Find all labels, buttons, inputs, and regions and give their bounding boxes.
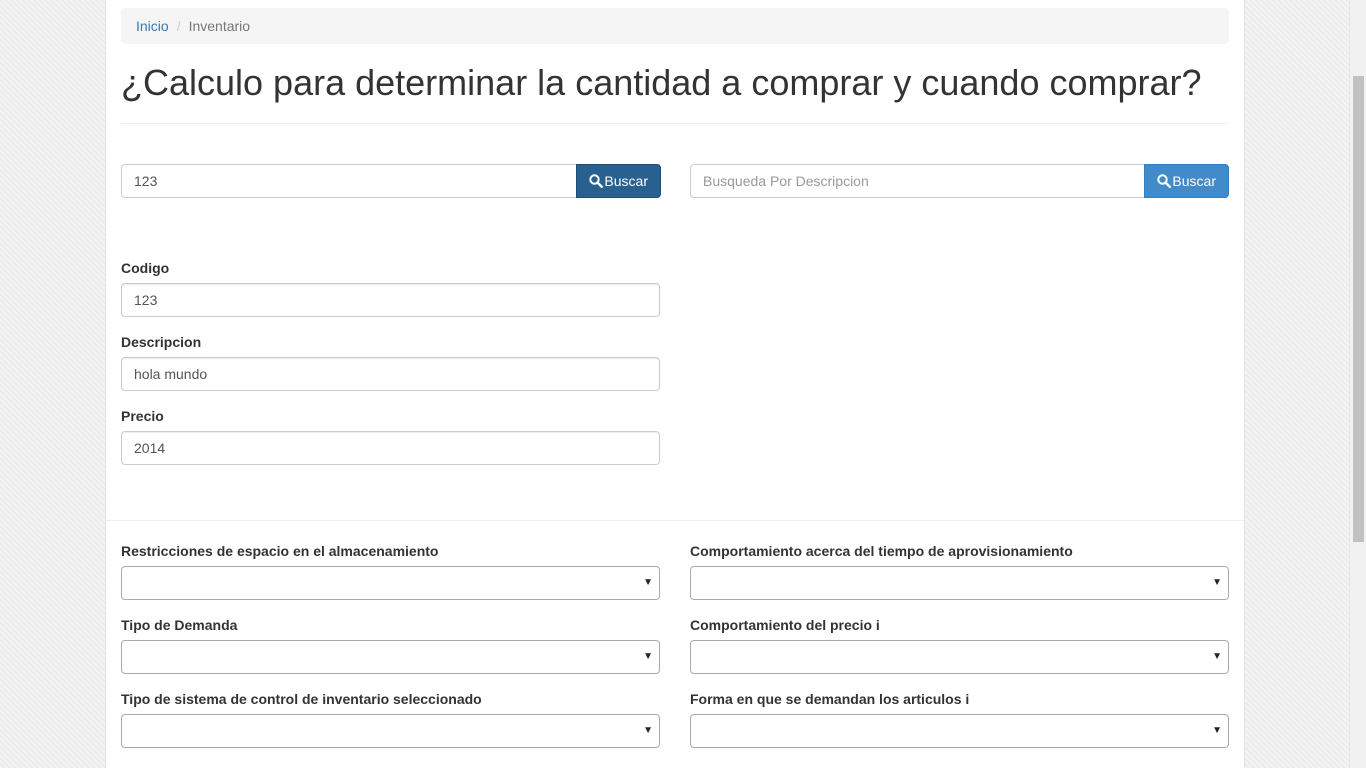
tiempo-label: Comportamiento acerca del tiempo de apro…	[690, 543, 1073, 559]
codigo-field[interactable]: 123	[121, 283, 660, 317]
chevron-down-icon: ▼	[643, 577, 653, 588]
precio-i-select[interactable]: ▼	[690, 640, 1229, 674]
title-divider	[121, 123, 1229, 124]
description-search-button[interactable]: Buscar	[1144, 164, 1229, 198]
code-search-button-label: Buscar	[604, 173, 648, 189]
page-title: ¿Calculo para determinar la cantidad a c…	[121, 62, 1202, 103]
breadcrumb-home-link[interactable]: Inicio	[136, 18, 169, 34]
breadcrumb: Inicio / Inventario	[121, 8, 1229, 44]
description-search-group: Buscar	[690, 164, 1229, 198]
chevron-down-icon: ▼	[1212, 725, 1222, 736]
forma-select[interactable]: ▼	[690, 714, 1229, 748]
page-scrollbar[interactable]	[1349, 0, 1366, 768]
precio-i-label: Comportamiento del precio i	[690, 617, 880, 633]
breadcrumb-current: Inventario	[188, 18, 251, 34]
restricciones-select[interactable]: ▼	[121, 566, 660, 600]
chevron-down-icon: ▼	[643, 725, 653, 736]
demanda-label: Tipo de Demanda	[121, 617, 238, 633]
precio-label: Precio	[121, 408, 164, 424]
code-search-input[interactable]	[121, 164, 577, 198]
chevron-down-icon: ▼	[643, 651, 653, 662]
codigo-label: Codigo	[121, 260, 170, 276]
sistema-select[interactable]: ▼	[121, 714, 660, 748]
restricciones-label: Restricciones de espacio en el almacenam…	[121, 543, 439, 559]
section-divider	[106, 520, 1244, 521]
breadcrumb-separator: /	[176, 18, 181, 34]
descripcion-field[interactable]: hola mundo	[121, 357, 660, 391]
sistema-label: Tipo de sistema de control de inventario…	[121, 691, 482, 707]
code-search-group: Buscar	[121, 164, 661, 198]
chevron-down-icon: ▼	[1212, 577, 1222, 588]
description-search-input[interactable]	[690, 164, 1145, 198]
precio-field[interactable]: 2014	[121, 431, 660, 465]
chevron-down-icon: ▼	[1212, 651, 1222, 662]
descripcion-label: Descripcion	[121, 334, 202, 350]
search-icon	[1157, 174, 1172, 188]
demanda-select[interactable]: ▼	[121, 640, 660, 674]
description-search-button-label: Buscar	[1172, 173, 1216, 189]
scrollbar-thumb[interactable]	[1353, 76, 1364, 542]
tiempo-select[interactable]: ▼	[690, 566, 1229, 600]
search-icon	[589, 174, 604, 188]
code-search-button[interactable]: Buscar	[576, 164, 661, 198]
forma-label: Forma en que se demandan los articulos i	[690, 691, 970, 707]
